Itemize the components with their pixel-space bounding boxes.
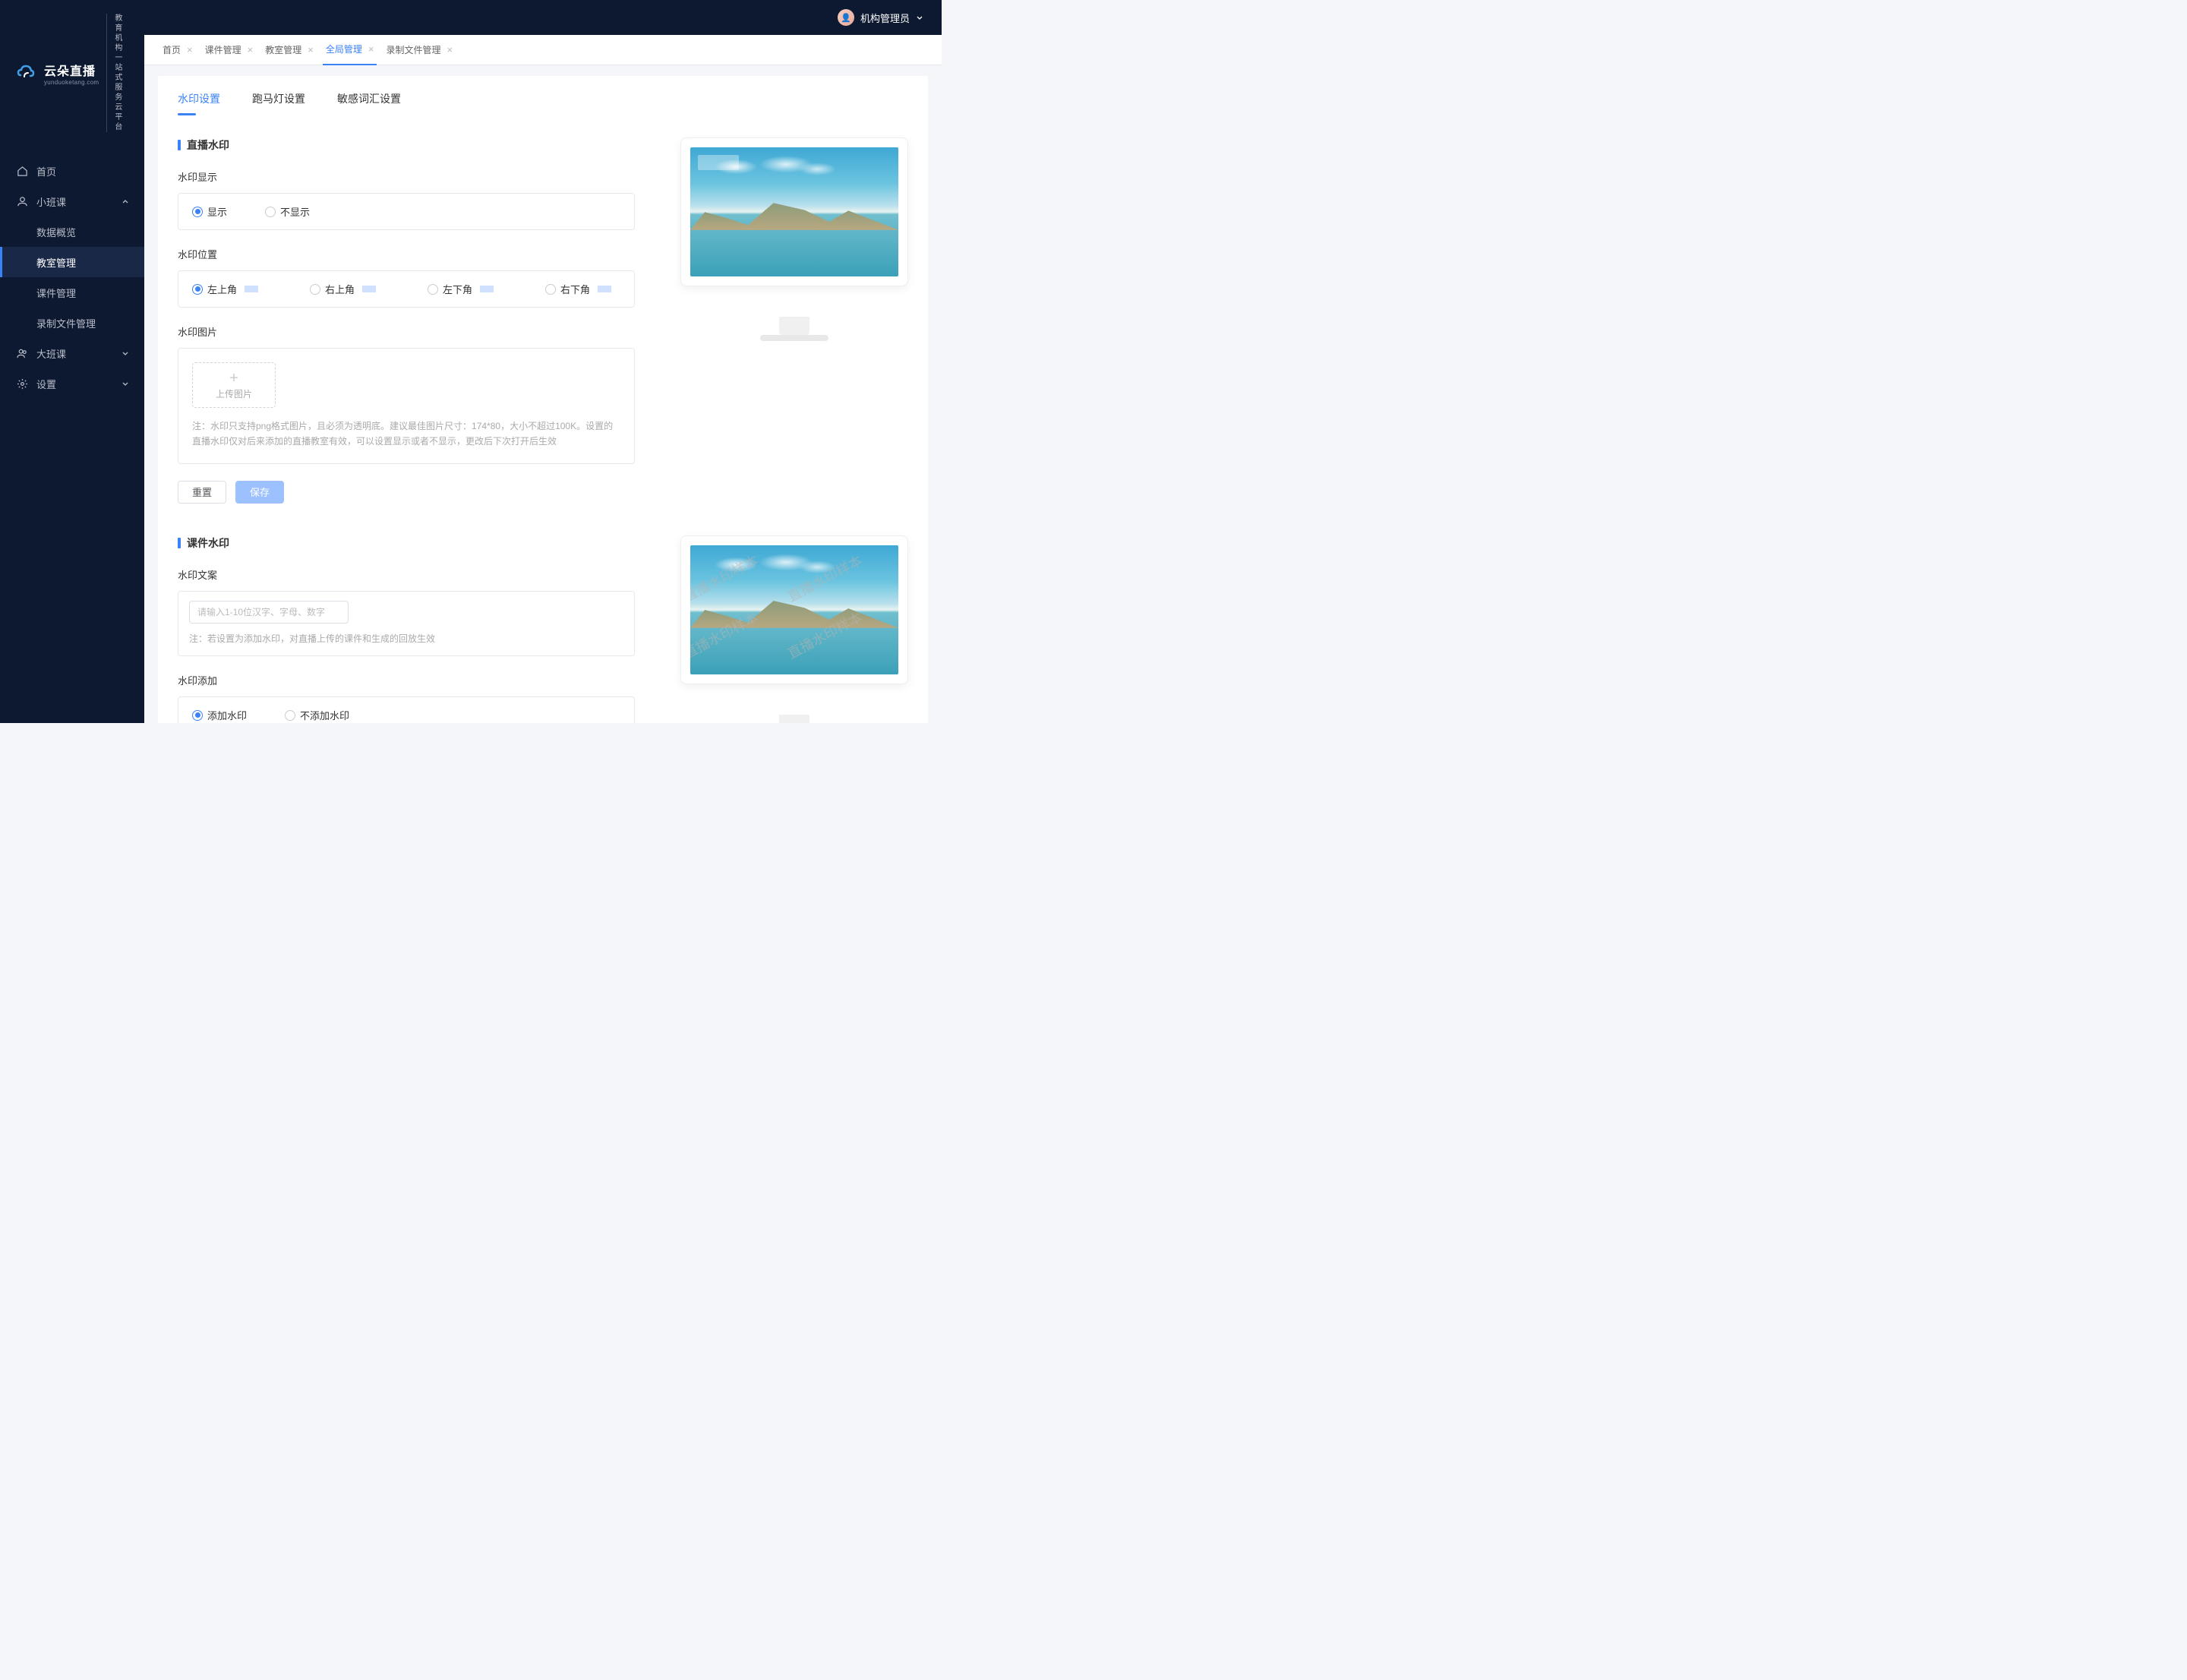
radio-icon (310, 284, 320, 295)
nav-record-mgmt[interactable]: 录制文件管理 (0, 308, 144, 338)
field-label: 水印显示 (178, 169, 635, 184)
logo-area: 云朵直播 yunduoketang.com 教育机构一站 式服务云平台 (0, 0, 144, 151)
field-label: 水印位置 (178, 247, 635, 261)
save-button[interactable]: 保存 (235, 481, 284, 504)
inner-tabs: 水印设置 跑马灯设置 敏感词汇设置 (178, 91, 908, 116)
radio-pos-bl[interactable]: 左下角 (428, 282, 494, 296)
position-preview-icon (362, 286, 376, 292)
sidebar: 云朵直播 yunduoketang.com 教育机构一站 式服务云平台 首页 小… (0, 0, 144, 723)
radio-show[interactable]: 显示 (192, 204, 227, 219)
inner-tab[interactable]: 水印设置 (178, 91, 220, 115)
topbar: 👤 机构管理员 (144, 0, 942, 35)
inner-tab[interactable]: 跑马灯设置 (252, 91, 305, 115)
home-icon (15, 164, 29, 178)
chevron-up-icon (122, 196, 129, 207)
chevron-down-icon (122, 348, 129, 359)
plus-icon: + (229, 371, 238, 386)
radio-add-yes[interactable]: 添加水印 (192, 708, 247, 722)
nav-label: 设置 (36, 377, 56, 391)
position-preview-icon (480, 286, 494, 292)
radio-pos-br[interactable]: 右下角 (545, 282, 611, 296)
close-icon[interactable]: × (368, 43, 374, 55)
nav-small-class[interactable]: 小班课 (0, 186, 144, 216)
nav-data-overview[interactable]: 数据概览 (0, 216, 144, 247)
nav-home[interactable]: 首页 (0, 156, 144, 186)
chevron-down-icon (122, 378, 129, 390)
radio-add-no[interactable]: 不添加水印 (285, 708, 349, 722)
inner-tab[interactable]: 敏感词汇设置 (337, 91, 401, 115)
users-icon (15, 346, 29, 360)
close-icon[interactable]: × (447, 44, 453, 55)
radio-icon (265, 207, 276, 217)
user-icon (15, 194, 29, 208)
radio-icon (192, 207, 203, 217)
close-icon[interactable]: × (308, 44, 314, 55)
page-tab[interactable]: 全局管理× (323, 35, 377, 65)
reset-button[interactable]: 重置 (178, 481, 226, 504)
nav-label: 首页 (36, 164, 56, 178)
field-label: 水印添加 (178, 673, 635, 687)
close-icon[interactable]: × (187, 44, 193, 55)
brand-name: 云朵直播 (44, 61, 99, 79)
upload-area: + 上传图片 注：水印只支持png格式图片，且必须为透明底。建议最佳图片尺寸：1… (178, 348, 635, 464)
user-name: 机构管理员 (860, 11, 910, 25)
nav-label: 小班课 (36, 194, 66, 209)
page-tab[interactable]: 教室管理× (262, 35, 317, 65)
watermark-preview-badge (698, 155, 739, 170)
close-icon[interactable]: × (248, 44, 254, 55)
page-tabs: 首页×课件管理×教室管理×全局管理×录制文件管理× (144, 35, 942, 65)
display-radio-group: 显示 不显示 (178, 193, 635, 230)
text-input-box: 注：若设置为添加水印，对直播上传的课件和生成的回放生效 (178, 591, 635, 656)
nav-label: 大班课 (36, 346, 66, 361)
upload-hint: 注：水印只支持png格式图片，且必须为透明底。建议最佳图片尺寸：174*80，大… (192, 418, 620, 450)
position-radio-group: 左上角 右上角 左下角 右下角 (178, 270, 635, 308)
add-radio-group: 添加水印 不添加水印 (178, 696, 635, 723)
radio-pos-tr[interactable]: 右上角 (310, 282, 376, 296)
brand-slogan: 教育机构一站 式服务云平台 (106, 14, 129, 132)
nav-settings[interactable]: 设置 (0, 368, 144, 399)
field-label: 水印图片 (178, 324, 635, 339)
watermark-text-input[interactable] (189, 601, 349, 624)
position-preview-icon (598, 286, 611, 292)
radio-icon (192, 710, 203, 721)
upload-button[interactable]: + 上传图片 (192, 362, 276, 408)
section-title-live: 直播水印 (178, 137, 635, 153)
user-menu[interactable]: 👤 机构管理员 (838, 9, 923, 26)
text-hint: 注：若设置为添加水印，对直播上传的课件和生成的回放生效 (189, 631, 623, 646)
radio-pos-tl[interactable]: 左上角 (192, 282, 258, 296)
radio-icon (428, 284, 438, 295)
nav-classroom-mgmt[interactable]: 教室管理 (0, 247, 144, 277)
page-tab[interactable]: 课件管理× (202, 35, 257, 65)
gear-icon (15, 377, 29, 390)
page-tab[interactable]: 首页× (159, 35, 196, 65)
nav: 首页 小班课 数据概览 教室管理 课件管理 录制文件管理 大班课 设置 (0, 151, 144, 723)
logo-icon (15, 62, 36, 84)
section-title-courseware: 课件水印 (178, 535, 635, 551)
field-label: 水印文案 (178, 567, 635, 582)
preview-monitor-live (680, 137, 908, 286)
brand-domain: yunduoketang.com (44, 79, 99, 86)
radio-icon (285, 710, 295, 721)
radio-icon (545, 284, 556, 295)
chevron-down-icon (916, 12, 923, 24)
preview-monitor-courseware: 直播水印样本 直播水印样本 直播水印样本 直播水印样本 (680, 535, 908, 684)
nav-big-class[interactable]: 大班课 (0, 338, 144, 368)
position-preview-icon (245, 286, 258, 292)
radio-hide[interactable]: 不显示 (265, 204, 310, 219)
page-tab[interactable]: 录制文件管理× (383, 35, 456, 65)
radio-icon (192, 284, 203, 295)
nav-courseware-mgmt[interactable]: 课件管理 (0, 277, 144, 308)
avatar: 👤 (838, 9, 854, 26)
